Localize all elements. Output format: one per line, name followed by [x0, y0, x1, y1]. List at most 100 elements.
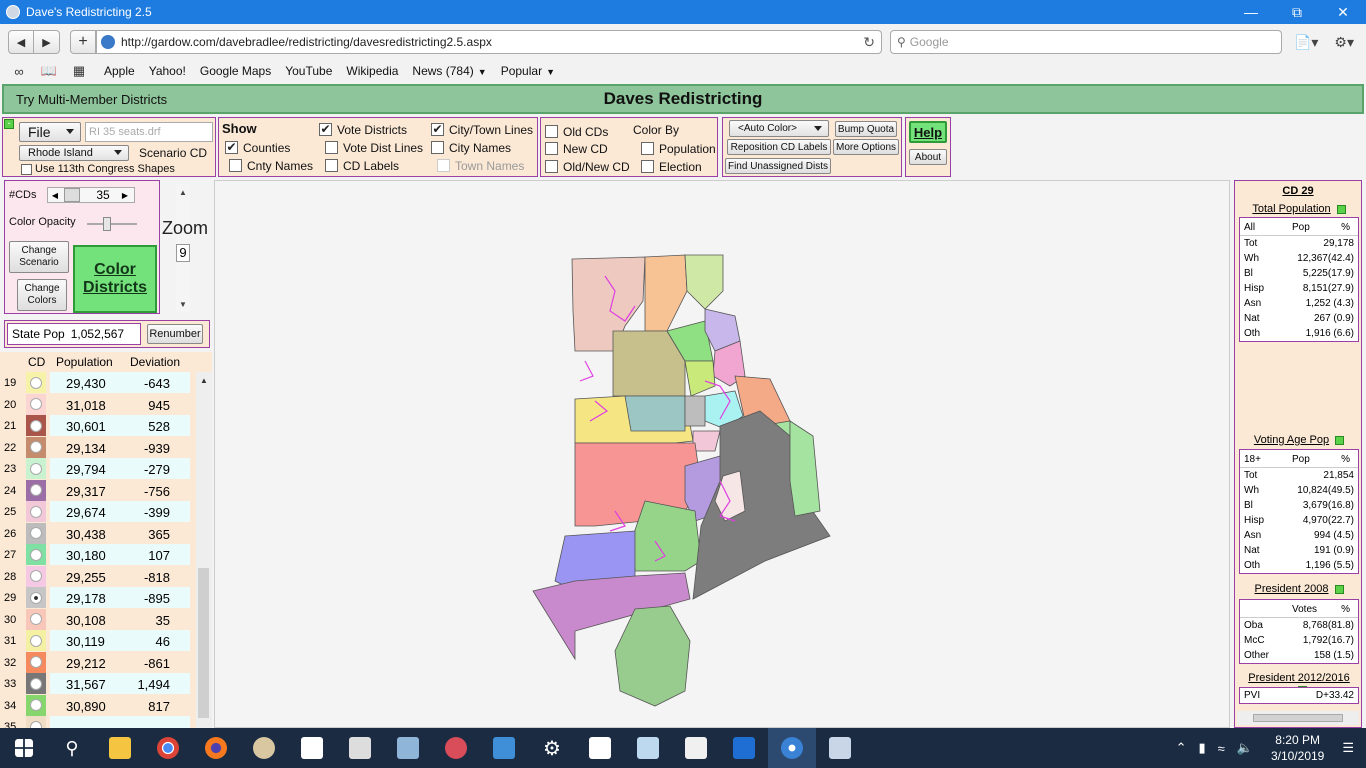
battery-icon[interactable]: ▮ — [1198, 740, 1205, 756]
vote-districts-checkbox[interactable] — [319, 123, 332, 136]
cd-color-swatch[interactable] — [26, 673, 46, 694]
file-dropdown[interactable]: File — [19, 122, 81, 142]
bookmark-yahoo[interactable]: Yahoo! — [149, 64, 186, 78]
scroll-thumb[interactable] — [1253, 714, 1343, 722]
volume-icon[interactable]: 🔈 — [1237, 740, 1253, 756]
notepad-icon[interactable] — [624, 728, 672, 768]
city-names-checkbox[interactable] — [431, 141, 444, 154]
radio-icon[interactable] — [30, 656, 42, 668]
table-row[interactable]: 30 30,108 35 — [0, 608, 196, 630]
cd-color-swatch[interactable] — [26, 415, 46, 436]
paint-icon[interactable] — [240, 728, 288, 768]
bookmark-news[interactable]: News (784) ▼ — [412, 64, 486, 78]
collapse-icon[interactable] — [1335, 435, 1345, 445]
bookmark-wikipedia[interactable]: Wikipedia — [346, 64, 398, 78]
table-row[interactable]: 25 29,674 -399 — [0, 501, 196, 522]
minimize-icon[interactable]: — — [1228, 0, 1274, 24]
safari-icon[interactable] — [768, 728, 816, 768]
table-row[interactable]: 33 31,567 1,494 — [0, 673, 196, 694]
vap-title[interactable]: Voting Age Pop — [1241, 434, 1357, 446]
zoom-value[interactable]: 9 — [176, 244, 190, 262]
bookmark-google-maps[interactable]: Google Maps — [200, 64, 271, 78]
gear-icon[interactable]: ⚙▾ — [1334, 34, 1354, 51]
pres2008-title[interactable]: President 2008 — [1241, 583, 1357, 595]
cd-color-swatch[interactable] — [26, 372, 46, 393]
radio-icon[interactable] — [30, 634, 42, 647]
scroll-up-icon[interactable]: ▲ — [179, 188, 187, 197]
cd-labels-checkbox[interactable] — [325, 159, 338, 172]
search-icon[interactable]: ⚲ — [48, 728, 96, 768]
radio-icon[interactable] — [30, 720, 42, 728]
new-cd-checkbox[interactable] — [545, 142, 558, 155]
scroll-down-icon[interactable]: ▼ — [179, 300, 187, 309]
radio-icon[interactable] — [30, 419, 42, 432]
notifications-icon[interactable]: ☰ — [1342, 740, 1354, 756]
total-pop-title[interactable]: Total Population — [1241, 203, 1357, 215]
old-new-cd-checkbox[interactable] — [545, 160, 558, 173]
bookmark-youtube[interactable]: YouTube — [285, 64, 332, 78]
cd-color-swatch[interactable] — [26, 436, 46, 458]
city-town-lines-checkbox[interactable] — [431, 123, 444, 136]
state-select[interactable]: Rhode Island — [19, 145, 129, 161]
change-colors-button[interactable]: Change Colors — [17, 279, 67, 311]
cds-stepper[interactable]: ◀ 35 ▶ — [47, 187, 135, 203]
book-icon[interactable]: 📖 — [38, 63, 60, 79]
cd-color-swatch[interactable] — [26, 630, 46, 651]
color-districts-button[interactable]: Color Districts — [73, 245, 157, 313]
forward-button[interactable]: ▶ — [34, 30, 60, 54]
grid-icon[interactable]: ▦ — [68, 63, 90, 79]
table-row[interactable]: 27 30,180 107 — [0, 544, 196, 565]
file-explorer-icon[interactable] — [96, 728, 144, 768]
renumber-button[interactable]: Renumber — [147, 324, 203, 344]
table-row[interactable]: 35 — [0, 716, 196, 728]
radio-icon[interactable] — [30, 505, 42, 518]
settings-icon[interactable]: ⚙ — [528, 728, 576, 768]
collapse-icon[interactable]: - — [4, 119, 14, 129]
population-checkbox[interactable] — [641, 142, 654, 155]
table-row[interactable]: 28 29,255 -818 — [0, 565, 196, 587]
reposition-labels-button[interactable]: Reposition CD Labels — [727, 139, 831, 155]
collapse-icon[interactable] — [1334, 584, 1344, 594]
rhode-island-map[interactable] — [215, 181, 1231, 729]
document-icon[interactable] — [672, 728, 720, 768]
vote-dist-lines-checkbox[interactable] — [325, 141, 338, 154]
radio-icon[interactable] — [30, 677, 42, 690]
cd-color-swatch[interactable] — [26, 393, 46, 415]
close-icon[interactable]: ✕ — [1320, 0, 1366, 24]
radio-icon[interactable] — [30, 699, 42, 711]
table-row[interactable]: 29 29,178 -895 — [0, 587, 196, 608]
table-row[interactable]: 24 29,317 -756 — [0, 479, 196, 501]
change-scenario-button[interactable]: Change Scenario — [9, 241, 69, 273]
table-row[interactable]: 31 30,119 46 — [0, 630, 196, 651]
scroll-thumb[interactable] — [198, 568, 209, 718]
table-row[interactable]: 21 30,601 528 — [0, 415, 196, 436]
chrome-icon[interactable] — [144, 728, 192, 768]
panel-hscrollbar[interactable] — [1237, 711, 1359, 725]
page-menu-icon[interactable]: 📄▾ — [1294, 34, 1318, 51]
table-row[interactable]: 19 29,430 -643 — [0, 372, 196, 393]
reload-icon[interactable]: ↻ — [863, 34, 875, 51]
bookmark-apple[interactable]: Apple — [104, 64, 135, 78]
cd-color-swatch[interactable] — [26, 716, 46, 728]
map-canvas[interactable] — [214, 180, 1230, 728]
radio-icon[interactable] — [30, 462, 42, 475]
chevron-right-icon[interactable]: ▶ — [118, 191, 132, 200]
chevron-left-icon[interactable]: ◀ — [48, 191, 62, 200]
radio-icon[interactable] — [30, 591, 42, 604]
auto-color-select[interactable]: <Auto Color> — [729, 120, 829, 137]
clock[interactable]: 8:20 PM 3/10/2019 — [1271, 732, 1324, 764]
collapse-icon[interactable] — [1336, 204, 1346, 214]
calculator-icon[interactable] — [336, 728, 384, 768]
cd-color-swatch[interactable] — [26, 544, 46, 565]
file-name-input[interactable]: RI 35 seats.drf — [85, 122, 213, 142]
radio-icon[interactable] — [30, 484, 42, 496]
table-row[interactable]: 34 30,890 817 — [0, 694, 196, 716]
old-cds-checkbox[interactable] — [545, 125, 558, 138]
counties-checkbox[interactable] — [225, 141, 238, 154]
use113-checkbox[interactable] — [21, 164, 32, 175]
cd-color-swatch[interactable] — [26, 522, 46, 544]
cd-color-swatch[interactable] — [26, 694, 46, 716]
cd-color-swatch[interactable] — [26, 458, 46, 479]
add-bookmark-button[interactable]: + — [70, 30, 96, 54]
chevron-up-icon[interactable]: ⌃ — [1176, 740, 1187, 756]
